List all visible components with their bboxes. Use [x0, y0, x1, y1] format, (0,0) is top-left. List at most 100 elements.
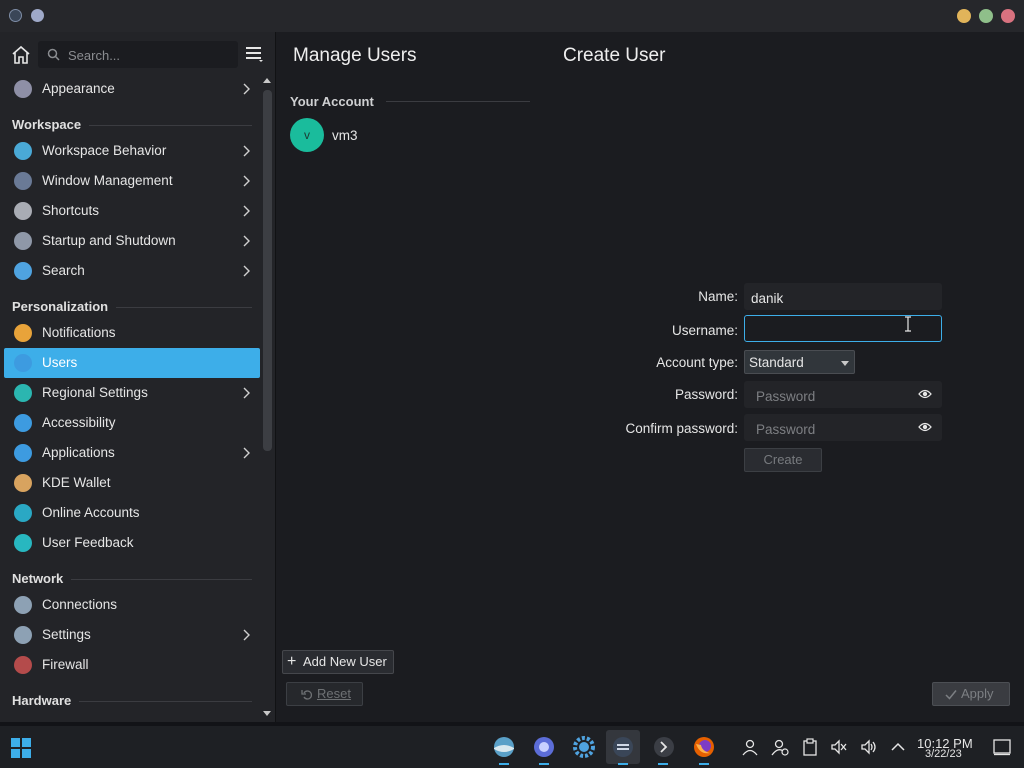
start-menu-icon[interactable] — [10, 737, 32, 759]
sidebar-item-kde-wallet[interactable]: KDE Wallet — [4, 468, 260, 498]
chevron-right-icon — [243, 83, 250, 95]
name-label: Name: — [698, 289, 738, 304]
user-switch-icon[interactable] — [741, 738, 759, 756]
password-input[interactable] — [754, 386, 918, 406]
sidebar-item-users[interactable]: Users — [4, 348, 260, 378]
scroll-up-icon[interactable] — [262, 76, 272, 84]
confirm-password-input[interactable] — [754, 419, 918, 439]
username-input[interactable] — [750, 320, 914, 340]
text-cursor-icon — [905, 316, 911, 332]
sidebar-item-label: Applications — [42, 445, 115, 460]
plus-icon: + — [287, 653, 297, 670]
sidebar-item-online-accounts[interactable]: Online Accounts — [4, 498, 260, 528]
add-new-user-label: Add New User — [303, 654, 387, 669]
maximize-button[interactable] — [979, 9, 993, 23]
search-input[interactable] — [66, 45, 235, 65]
sidebar-scrollbar[interactable] — [261, 74, 273, 722]
show-password-icon[interactable] — [918, 388, 932, 400]
password-field[interactable] — [744, 381, 942, 408]
sidebar: Appearance Workspace Workspace Behavior Wi… — [0, 32, 275, 722]
close-button[interactable] — [1001, 9, 1015, 23]
discover-app-icon[interactable] — [532, 735, 556, 759]
sidebar-item-accessibility[interactable]: Accessibility — [4, 408, 260, 438]
sidebar-item-firewall[interactable]: Firewall — [4, 650, 260, 680]
avatar[interactable]: v — [290, 118, 324, 152]
create-button[interactable]: Create — [744, 448, 822, 472]
online-accounts-icon — [14, 504, 32, 522]
accessibility-icon — [14, 414, 32, 432]
system-settings-app-icon[interactable] — [572, 735, 596, 759]
minimize-button[interactable] — [957, 9, 971, 23]
sidebar-item-search[interactable]: Search — [4, 256, 260, 286]
chevron-up-icon[interactable] — [889, 738, 907, 756]
subpage-title: Create User — [563, 45, 666, 66]
section-divider — [79, 701, 252, 702]
add-new-user-button[interactable]: + Add New User — [282, 650, 394, 674]
dropdown-arrow-icon — [841, 361, 849, 366]
task-indicator — [539, 763, 549, 765]
sidebar-list: Appearance Workspace Workspace Behavior Wi… — [4, 74, 260, 712]
terminal-app-icon[interactable] — [652, 735, 676, 759]
audio-muted-icon[interactable] — [830, 738, 848, 756]
sidebar-item-connections[interactable]: Connections — [4, 590, 260, 620]
app-icon — [9, 9, 22, 22]
task-indicator — [618, 763, 628, 765]
clock-date[interactable]: 3/22/23 — [925, 748, 962, 760]
name-input[interactable] — [749, 288, 913, 308]
startup-icon — [14, 232, 32, 250]
apply-button[interactable]: Apply — [932, 682, 1010, 706]
clipboard-icon[interactable] — [801, 738, 819, 756]
chevron-right-icon — [243, 205, 250, 217]
sidebar-item-label: Appearance — [42, 81, 115, 96]
name-field[interactable] — [744, 283, 942, 310]
sidebar-item-label: Firewall — [42, 657, 89, 672]
username-field[interactable] — [744, 315, 942, 342]
sidebar-section-heading: Network — [4, 564, 260, 590]
system-settings-window-icon[interactable] — [611, 735, 635, 759]
your-account-heading: Your Account — [290, 94, 374, 109]
account-type-value: Standard — [749, 355, 804, 370]
bell-icon — [14, 324, 32, 342]
sidebar-item-label: Shortcuts — [42, 203, 100, 218]
account-type-select[interactable]: Standard — [744, 350, 855, 374]
sidebar-item-window-management[interactable]: Window Management — [4, 166, 260, 196]
sidebar-item-workspace-behavior[interactable]: Workspace Behavior — [4, 136, 260, 166]
reset-button[interactable]: Reset — [286, 682, 363, 706]
sidebar-item-startup-and-shutdown[interactable]: Startup and Shutdown — [4, 226, 260, 256]
firefox-app-icon[interactable] — [692, 735, 716, 759]
sidebar-item-applications[interactable]: Applications — [4, 438, 260, 468]
home-icon[interactable] — [9, 44, 33, 66]
workspace-behavior-icon — [14, 142, 32, 160]
task-indicator — [699, 763, 709, 765]
chevron-right-icon — [243, 447, 250, 459]
sidebar-item-settings[interactable]: Settings — [4, 620, 260, 650]
firewall-icon — [14, 656, 32, 674]
show-desktop-icon[interactable] — [993, 738, 1011, 756]
volume-icon[interactable] — [860, 738, 878, 756]
accounts-status-icon[interactable] — [771, 738, 789, 756]
account-name[interactable]: vm3 — [332, 128, 358, 143]
sidebar-item-user-feedback[interactable]: User Feedback — [4, 528, 260, 558]
desktop-app-icon[interactable] — [492, 735, 516, 759]
sidebar-item-appearance[interactable]: Appearance — [4, 74, 260, 104]
scroll-down-icon[interactable] — [262, 710, 272, 718]
sidebar-item-label: Users — [42, 355, 78, 370]
sidebar-item-shortcuts[interactable]: Shortcuts — [4, 196, 260, 226]
hamburger-menu-icon[interactable] — [245, 46, 263, 62]
sidebar-item-regional-settings[interactable]: Regional Settings — [4, 378, 260, 408]
sidebar-item-label: Settings — [42, 627, 91, 642]
search-field[interactable] — [38, 41, 238, 68]
keyboard-icon — [14, 202, 32, 220]
sidebar-item-label: Startup and Shutdown — [42, 233, 176, 248]
scrollbar-thumb[interactable] — [263, 90, 272, 451]
sidebar-item-label: KDE Wallet — [42, 475, 111, 490]
section-divider — [89, 125, 252, 126]
sidebar-item-label: Workspace Behavior — [42, 143, 167, 158]
page-title: Manage Users — [293, 45, 417, 66]
search-icon — [14, 262, 32, 280]
sidebar-item-notifications[interactable]: Notifications — [4, 318, 260, 348]
pin-icon[interactable] — [31, 9, 44, 22]
confirm-password-field[interactable] — [744, 414, 942, 441]
confirm-password-label: Confirm password: — [625, 421, 738, 436]
show-password-icon[interactable] — [918, 421, 932, 433]
